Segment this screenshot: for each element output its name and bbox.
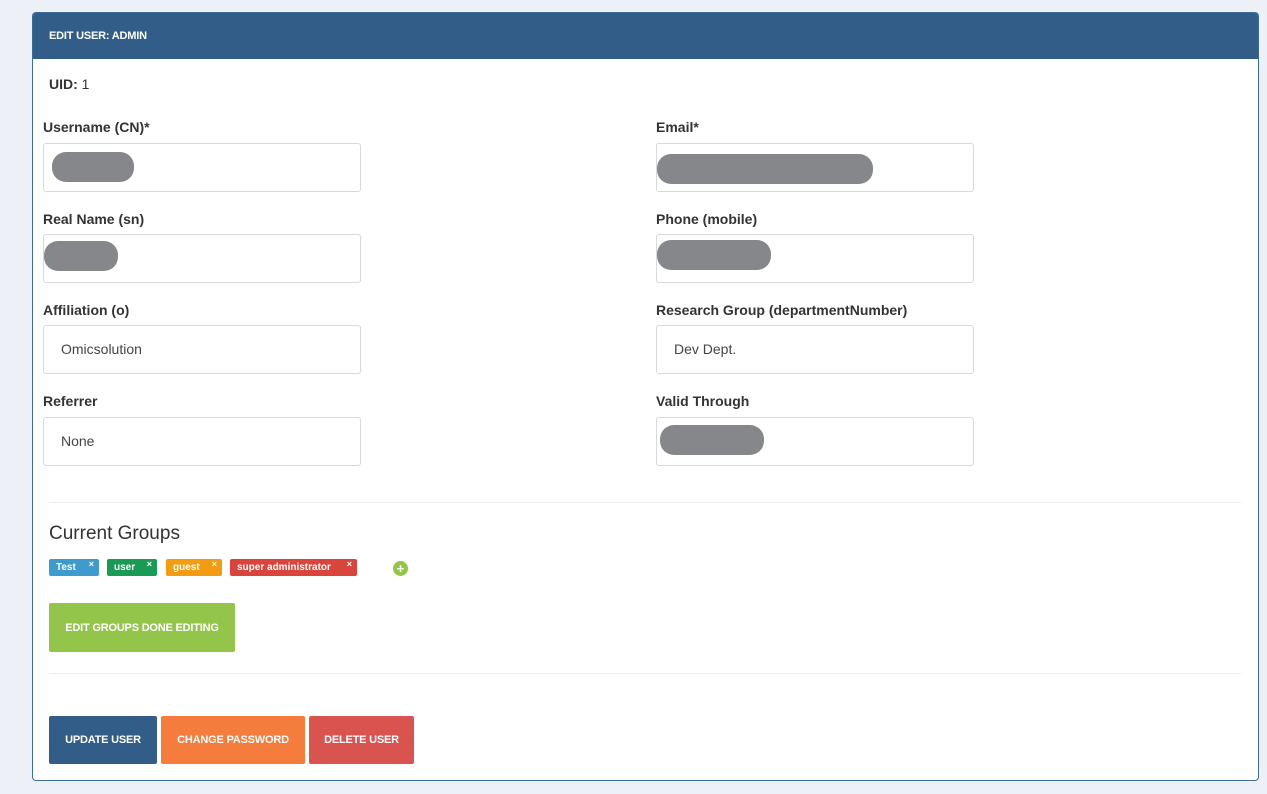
referrer-input[interactable]: None (43, 417, 361, 466)
remove-tag-icon[interactable]: × (347, 556, 352, 573)
realname-input[interactable] (43, 234, 361, 283)
section-divider (49, 502, 1241, 503)
group-tag-label: Test (56, 562, 76, 573)
group-tag-guest: guest × (166, 559, 222, 576)
edit-user-panel: EDIT USER: ADMIN UID: 1 Username (CN)* R… (32, 12, 1259, 781)
redacted-realname (44, 241, 118, 271)
research-group-input[interactable]: Dev Dept. (656, 325, 974, 374)
group-tag-label: guest (173, 562, 200, 573)
uid-value: 1 (81, 76, 90, 92)
email-label: Email* (656, 119, 699, 135)
affiliation-label: Affiliation (o) (43, 302, 130, 318)
username-input[interactable] (43, 143, 361, 192)
phone-input[interactable] (656, 234, 974, 283)
group-tag-super-administrator: super administrator × (230, 559, 357, 576)
add-group-icon[interactable]: + (393, 561, 408, 576)
panel-header-title: EDIT USER: ADMIN (33, 13, 1258, 59)
redacted-username (52, 152, 134, 182)
redacted-valid-through (660, 425, 764, 455)
remove-tag-icon[interactable]: × (147, 556, 152, 573)
change-password-button[interactable]: CHANGE PASSWORD (161, 716, 305, 764)
redacted-email (657, 154, 873, 184)
update-user-button[interactable]: UPDATE USER (49, 716, 157, 764)
uid-display: UID: 1 (49, 76, 89, 92)
group-tag-label: super administrator (237, 562, 331, 573)
group-tag-label: user (114, 562, 136, 573)
referrer-label: Referrer (43, 393, 98, 409)
redacted-phone (657, 240, 771, 270)
realname-label: Real Name (sn) (43, 211, 145, 227)
valid-through-label: Valid Through (656, 393, 750, 409)
current-groups-title: Current Groups (49, 523, 180, 544)
group-tag-user: user × (107, 559, 157, 576)
email-input[interactable] (656, 143, 974, 192)
remove-tag-icon[interactable]: × (89, 556, 94, 573)
affiliation-input[interactable]: Omicsolution (43, 325, 361, 374)
uid-label: UID: (49, 76, 78, 92)
remove-tag-icon[interactable]: × (212, 556, 217, 573)
username-label: Username (CN)* (43, 119, 150, 135)
delete-user-button[interactable]: DELETE USER (309, 716, 414, 764)
group-tag-test: Test × (49, 559, 99, 576)
edit-groups-button[interactable]: EDIT GROUPS DONE EDITING (49, 603, 235, 652)
actions-divider (49, 673, 1241, 674)
valid-through-input[interactable] (656, 417, 974, 466)
phone-label: Phone (mobile) (656, 211, 758, 227)
research-group-label: Research Group (departmentNumber) (656, 302, 908, 318)
